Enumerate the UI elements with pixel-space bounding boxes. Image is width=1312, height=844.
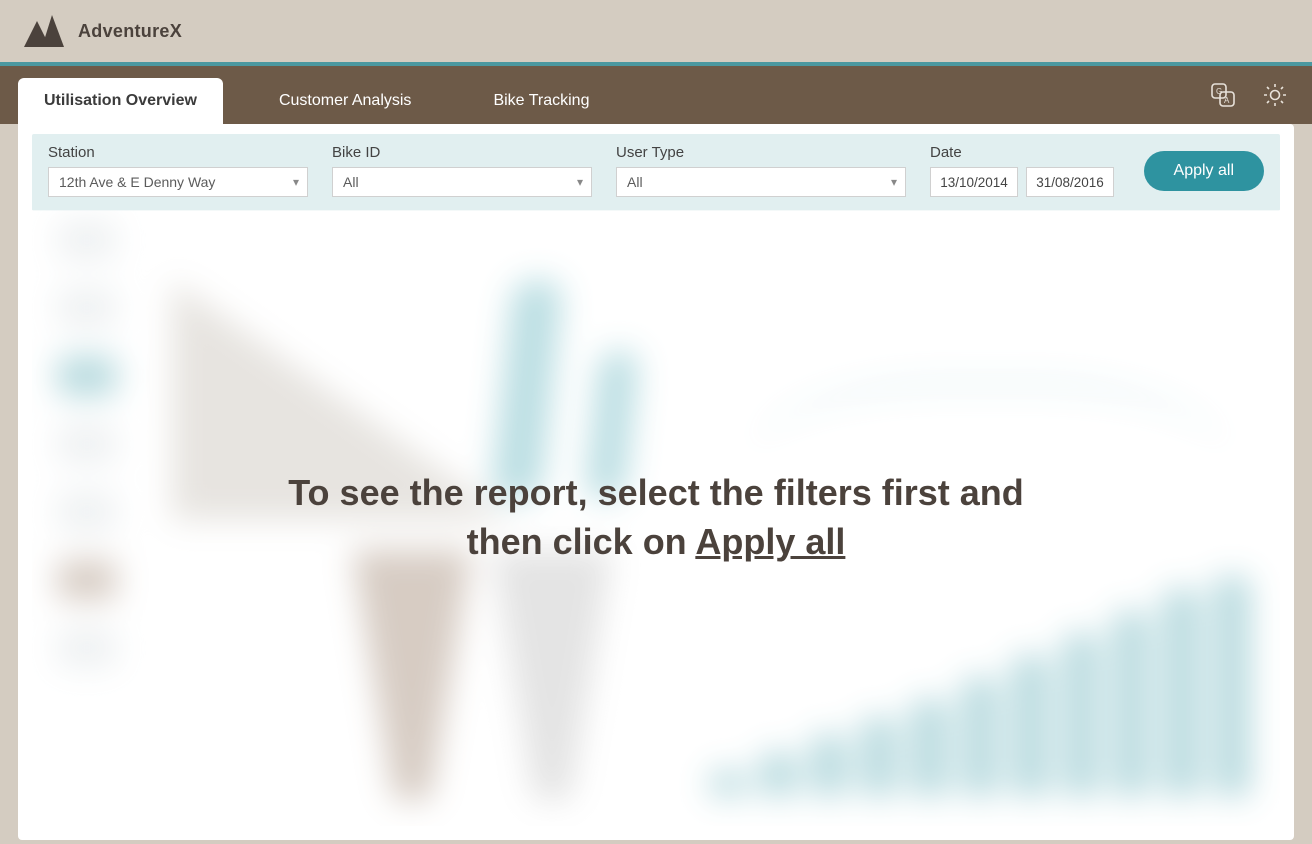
select-value: All xyxy=(343,174,359,190)
empty-state-overlay: To see the report, select the filters fi… xyxy=(32,210,1280,826)
filter-bar: Station 12th Ave & E Denny Way ▾ Bike ID… xyxy=(32,134,1280,211)
station-select[interactable]: 12th Ave & E Denny Way ▾ xyxy=(48,167,308,197)
mountain-logo-icon xyxy=(24,15,64,47)
filter-date: Date 13/10/2014 31/08/2016 xyxy=(930,144,1114,197)
tabstrip-actions: G A xyxy=(1206,66,1292,124)
filter-label: Station xyxy=(48,144,308,161)
select-value: All xyxy=(627,174,643,190)
apply-all-button[interactable]: Apply all xyxy=(1144,151,1264,191)
overlay-apply-link[interactable]: Apply all xyxy=(695,521,845,562)
tab-label: Bike Tracking xyxy=(493,92,589,110)
tab-customer-analysis[interactable]: Customer Analysis xyxy=(253,78,438,124)
chevron-down-icon: ▾ xyxy=(577,175,583,189)
filter-station: Station 12th Ave & E Denny Way ▾ xyxy=(48,144,308,197)
date-from-value: 13/10/2014 xyxy=(940,175,1008,190)
date-to-value: 31/08/2016 xyxy=(1036,175,1104,190)
brand-logo: AdventureX xyxy=(24,15,182,47)
overlay-line-1: To see the report, select the filters fi… xyxy=(288,472,1024,513)
filter-bike-id: Bike ID All ▾ xyxy=(332,144,592,197)
chevron-down-icon: ▾ xyxy=(891,175,897,189)
tab-utilisation-overview[interactable]: Utilisation Overview xyxy=(18,78,223,124)
overlay-line-2-prefix: then click on xyxy=(467,521,696,562)
tab-bike-tracking[interactable]: Bike Tracking xyxy=(467,78,615,124)
date-from-input[interactable]: 13/10/2014 xyxy=(930,167,1018,197)
svg-text:G: G xyxy=(1216,87,1222,96)
filter-label: User Type xyxy=(616,144,906,161)
filter-user-type: User Type All ▾ xyxy=(616,144,906,197)
filter-label: Date xyxy=(930,144,1114,161)
tab-label: Customer Analysis xyxy=(279,92,412,110)
bike-id-select[interactable]: All ▾ xyxy=(332,167,592,197)
empty-state-message: To see the report, select the filters fi… xyxy=(288,469,1024,566)
user-type-select[interactable]: All ▾ xyxy=(616,167,906,197)
page-body: Station 12th Ave & E Denny Way ▾ Bike ID… xyxy=(18,124,1294,840)
date-to-input[interactable]: 31/08/2016 xyxy=(1026,167,1114,197)
tab-label: Utilisation Overview xyxy=(44,92,197,110)
report-area: To see the report, select the filters fi… xyxy=(32,210,1280,826)
brand-name: AdventureX xyxy=(78,21,182,42)
svg-text:A: A xyxy=(1224,96,1230,105)
tab-strip: Utilisation Overview Customer Analysis B… xyxy=(0,66,1312,124)
select-value: 12th Ave & E Denny Way xyxy=(59,174,215,190)
filter-label: Bike ID xyxy=(332,144,592,161)
chevron-down-icon: ▾ xyxy=(293,175,299,189)
settings-gear-icon[interactable] xyxy=(1258,78,1292,112)
brand-bar: AdventureX xyxy=(0,0,1312,66)
translate-icon[interactable]: G A xyxy=(1206,78,1240,112)
